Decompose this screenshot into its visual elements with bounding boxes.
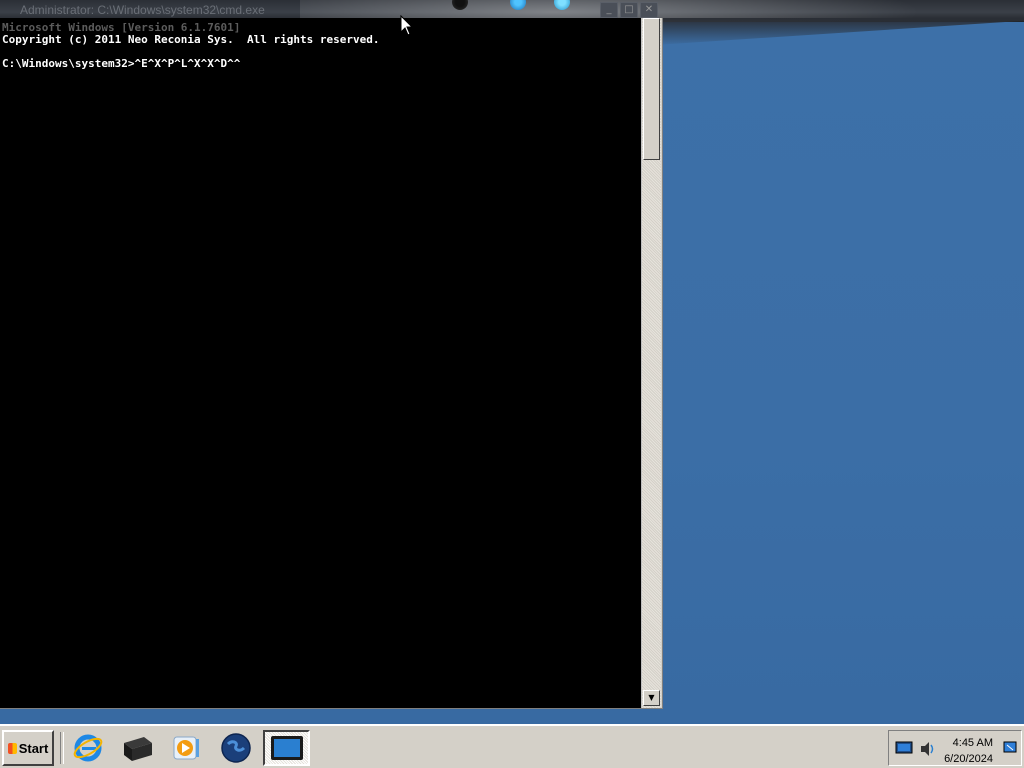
window-title: Administrator: C:\Windows\system32\cmd.e… <box>20 3 265 17</box>
start-button[interactable]: Start <box>2 730 54 766</box>
server-manager-icon[interactable] <box>115 730 159 766</box>
network-globe-icon[interactable] <box>214 730 258 766</box>
vertical-scrollbar[interactable]: ▼ <box>641 18 661 708</box>
volume-icon[interactable] <box>919 741 937 757</box>
system-tray: 4:45 AM 6/20/2024 <box>888 730 1022 766</box>
clock-time: 4:45 AM <box>952 737 993 749</box>
maximize-button[interactable]: □ <box>620 2 638 18</box>
taskbar-separator <box>60 732 64 764</box>
close-button[interactable]: ✕ <box>640 2 658 18</box>
console-output[interactable]: Microsoft Windows [Version 6.1.7601] Cop… <box>0 18 641 708</box>
command-prompt-icon[interactable] <box>263 730 310 766</box>
taskbar: Start 4:45 AM 6/20/2024 <box>0 724 1024 768</box>
windows-logo-icon <box>7 742 17 754</box>
media-player-icon[interactable] <box>164 730 208 766</box>
start-label: Start <box>18 740 49 756</box>
mouse-cursor-icon <box>400 15 414 36</box>
internet-explorer-icon[interactable] <box>66 730 110 766</box>
scroll-down-arrow-icon[interactable]: ▼ <box>643 690 660 706</box>
notification-icon[interactable] <box>1003 741 1017 755</box>
clock-date: 6/20/2024 <box>944 753 993 765</box>
network-icon[interactable] <box>895 741 913 755</box>
clock[interactable]: 4:45 AM 6/20/2024 <box>944 735 993 767</box>
console-prompt-line[interactable]: C:\Windows\system32>^E^X^P^L^X^X^D^^ <box>2 58 240 70</box>
console-line-copyright: Copyright (c) 2011 Neo Reconia Sys. All … <box>2 33 380 46</box>
scrollbar-thumb[interactable] <box>643 18 660 160</box>
minimize-button[interactable]: _ <box>600 2 618 18</box>
command-prompt-window[interactable]: Microsoft Windows [Version 6.1.7601] Cop… <box>0 18 663 709</box>
